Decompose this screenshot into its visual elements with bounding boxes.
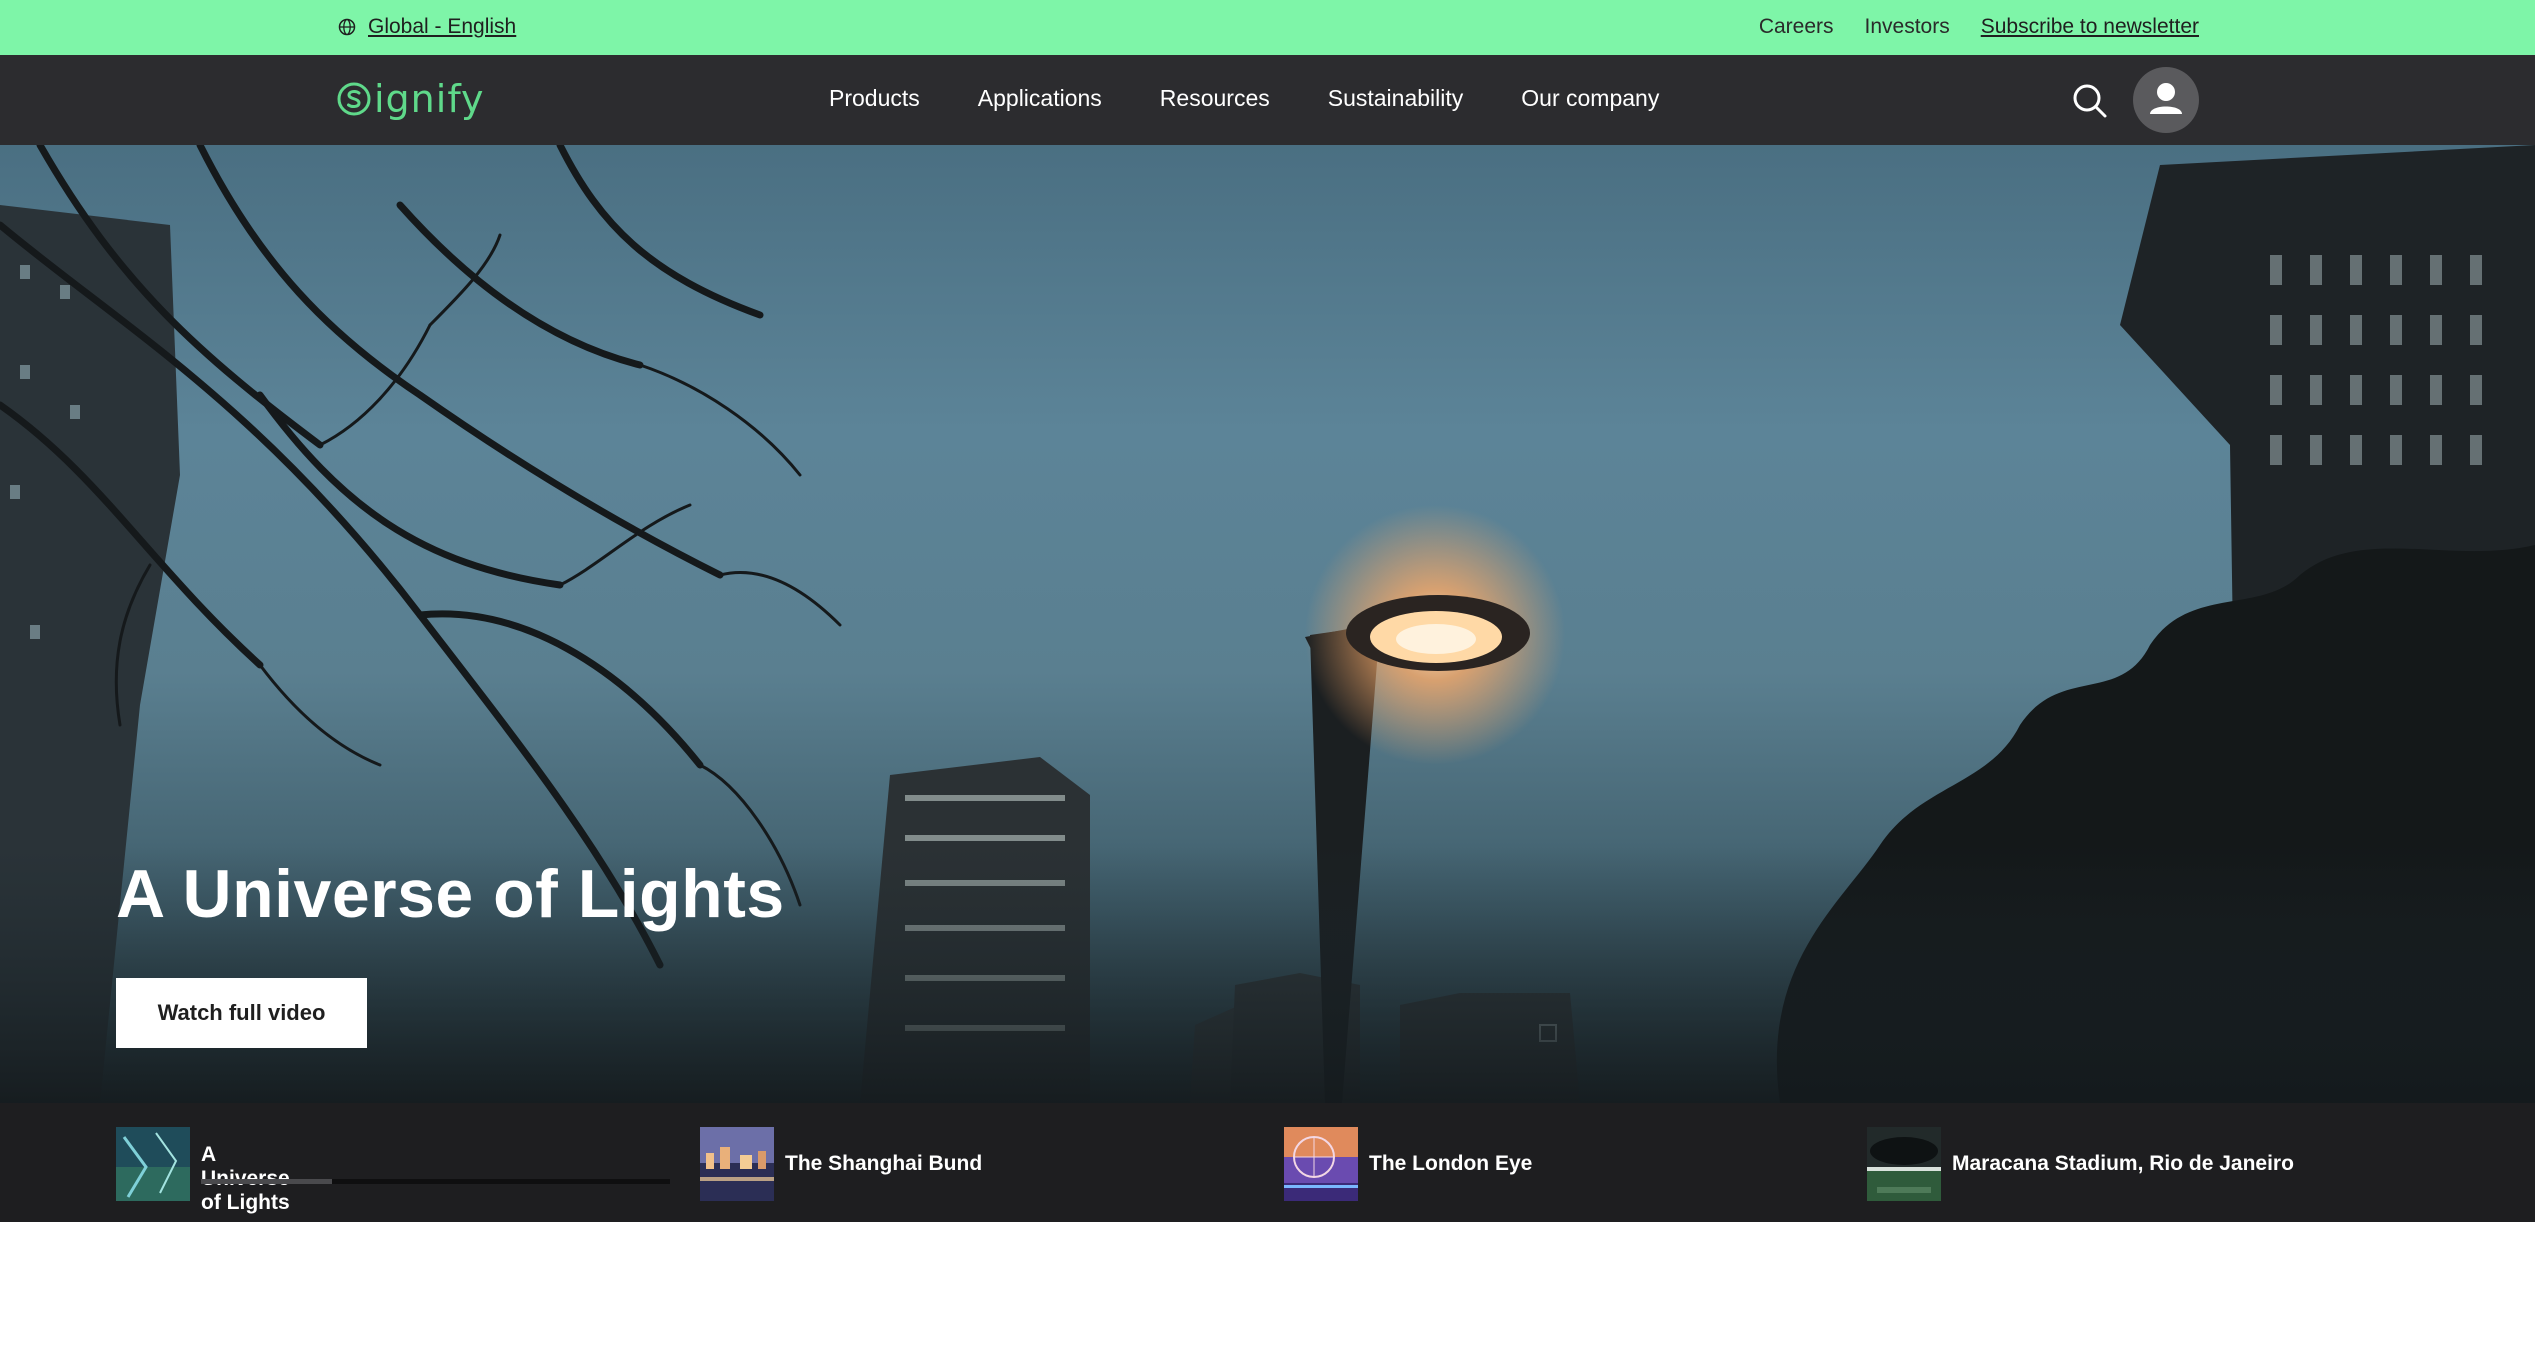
logo-text: ignify	[374, 77, 485, 121]
signify-logo[interactable]: ignify	[336, 77, 485, 121]
video-item-maracana[interactable]: Maracana Stadium, Rio de Janeiro	[1867, 1127, 2294, 1201]
nav-resources[interactable]: Resources	[1160, 85, 1270, 112]
hero-scene-image	[0, 145, 2535, 1103]
newsletter-link[interactable]: Subscribe to newsletter	[1981, 15, 2199, 39]
locale-link[interactable]: Global - English	[368, 15, 516, 39]
nav-our-company[interactable]: Our company	[1521, 85, 1659, 112]
primary-menu: Products Applications Resources Sustaina…	[829, 85, 1659, 112]
video-selector: A Universe of Lights The Shanghai Bund T…	[0, 1103, 2535, 1222]
video-item-shanghai-bund[interactable]: The Shanghai Bund	[700, 1127, 982, 1201]
nav-sustainability[interactable]: Sustainability	[1328, 85, 1464, 112]
video-thumbnail	[700, 1127, 774, 1201]
search-button[interactable]	[2070, 81, 2110, 121]
video-progress-bar[interactable]	[201, 1179, 670, 1184]
globe-icon	[338, 18, 356, 36]
watch-full-video-button[interactable]: Watch full video	[116, 978, 367, 1048]
hero-banner: A Universe of Lights Watch full video	[0, 145, 2535, 1103]
user-icon	[2150, 83, 2182, 114]
locale-selector[interactable]: Global - English	[338, 15, 516, 39]
video-thumbnail	[1284, 1127, 1358, 1201]
video-item-london-eye[interactable]: The London Eye	[1284, 1127, 1532, 1201]
video-progress-fill	[201, 1179, 333, 1184]
video-item-universe-of-lights[interactable]: A Universe of Lights	[116, 1127, 290, 1214]
utility-bar: Global - English Careers Investors Subsc…	[0, 0, 2535, 55]
investors-link[interactable]: Investors	[1865, 15, 1950, 39]
search-icon	[2073, 84, 2107, 118]
video-title: The Shanghai Bund	[785, 1152, 983, 1175]
account-button[interactable]	[2133, 67, 2199, 133]
nav-applications[interactable]: Applications	[978, 85, 1102, 112]
main-nav: ignify Products Applications Resources S…	[0, 55, 2535, 145]
signify-s-icon	[337, 82, 371, 116]
careers-link[interactable]: Careers	[1759, 15, 1834, 39]
video-thumbnail	[1867, 1127, 1941, 1201]
video-title: The London Eye	[1369, 1152, 1533, 1175]
video-thumbnail	[116, 1127, 190, 1201]
page-content-area	[0, 1222, 2535, 1347]
video-title: Maracana Stadium, Rio de Janeiro	[1952, 1152, 2294, 1175]
hero-title: A Universe of Lights	[116, 856, 785, 932]
nav-products[interactable]: Products	[829, 85, 920, 112]
